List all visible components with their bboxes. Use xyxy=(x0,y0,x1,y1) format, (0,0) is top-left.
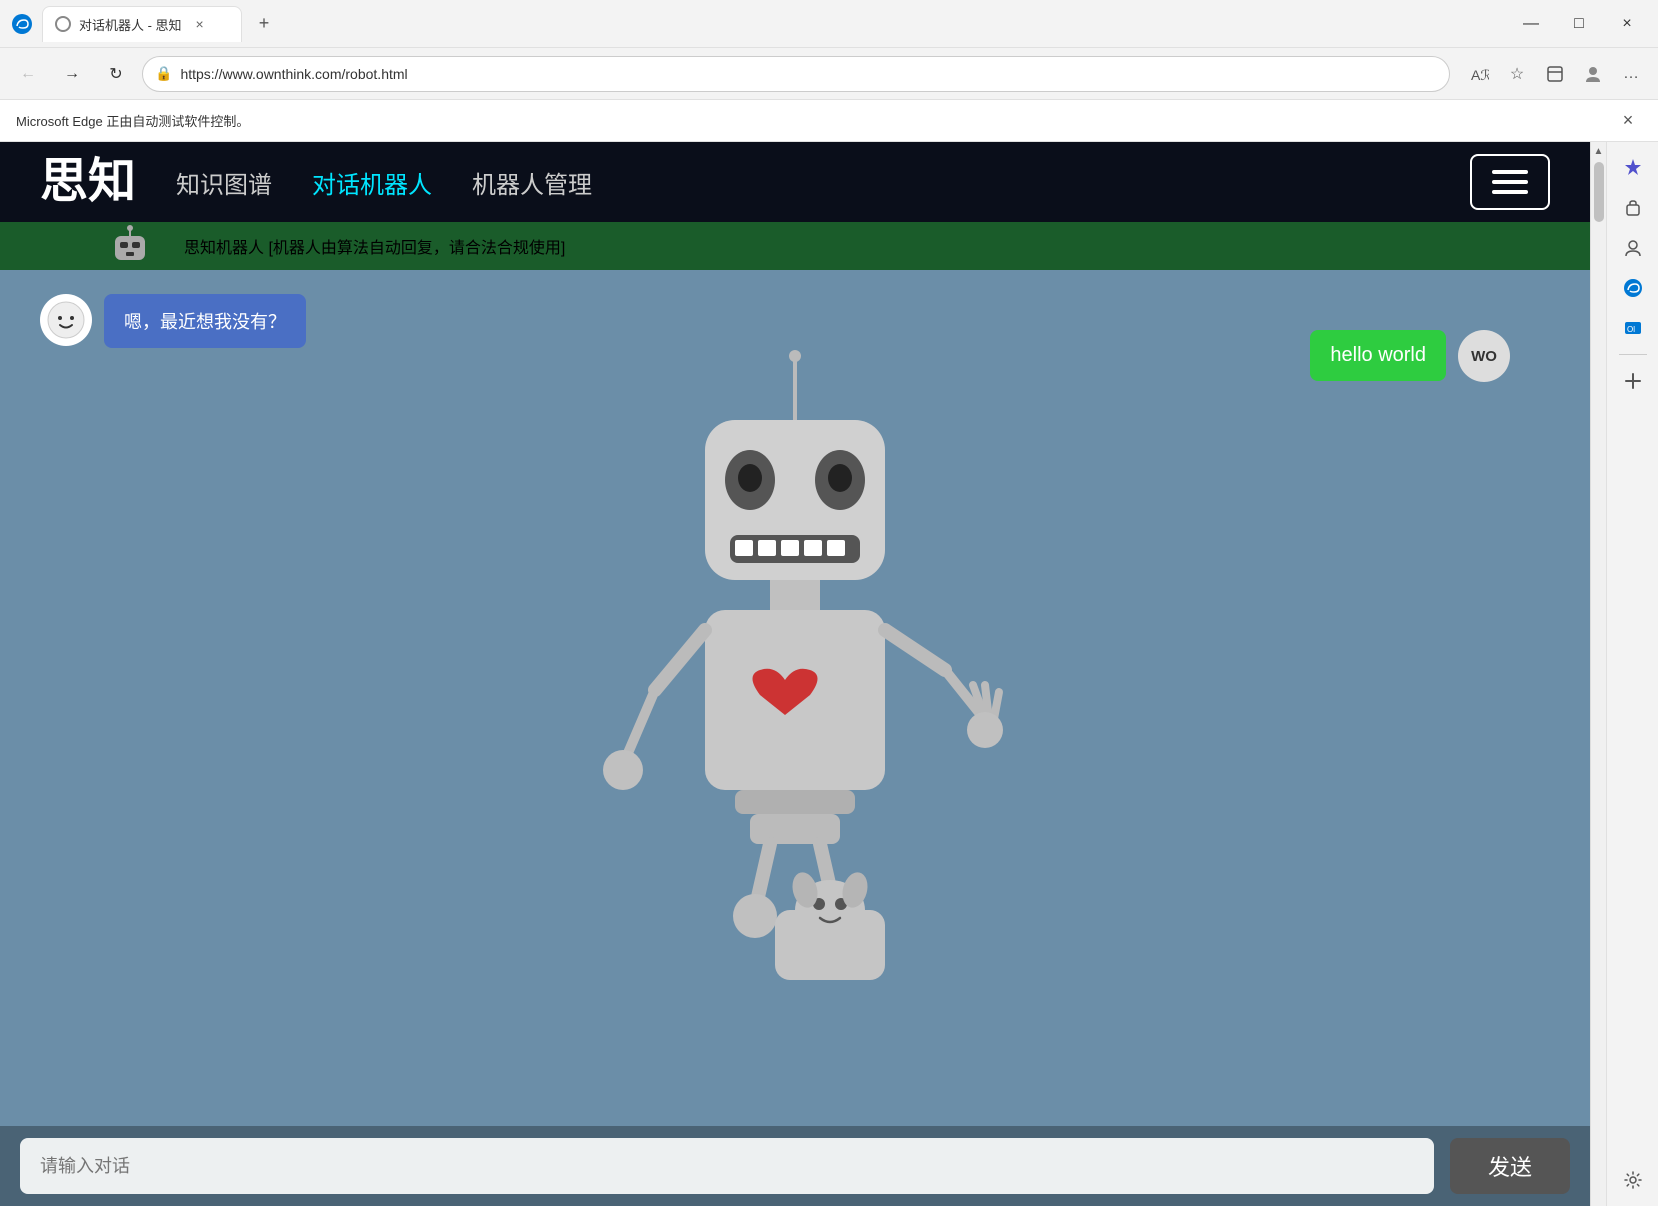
active-tab[interactable]: 对话机器人 - 思知 × xyxy=(42,6,242,42)
collections-button[interactable] xyxy=(1538,57,1572,91)
user-message-text: hello world xyxy=(1330,344,1426,366)
automation-text: Microsoft Edge 正由自动测试软件控制。 xyxy=(16,111,249,130)
right-sidebar: Ol xyxy=(1606,142,1658,1206)
robot-illustration xyxy=(545,330,1045,1010)
address-bar[interactable]: 🔒 https://www.ownthink.com/robot.html xyxy=(142,56,1450,92)
tab-favicon xyxy=(55,16,71,32)
site-header: 思知 知识图谱 对话机器人 机器人管理 xyxy=(0,142,1590,222)
account-button[interactable] xyxy=(1615,230,1651,266)
tab-title: 对话机器人 - 思知 xyxy=(79,15,182,34)
svg-text:Aℛ: Aℛ xyxy=(1471,67,1489,83)
settings-button[interactable]: … xyxy=(1614,57,1648,91)
svg-text:Ol: Ol xyxy=(1627,325,1635,334)
chat-input[interactable] xyxy=(20,1138,1434,1194)
robot-small-icon xyxy=(100,216,160,276)
title-bar: 对话机器人 - 思知 × + — □ × xyxy=(0,0,1658,48)
site-logo: 思知 xyxy=(40,158,136,206)
scroll-thumb[interactable] xyxy=(1594,162,1604,222)
nav-item-chatbot[interactable]: 对话机器人 xyxy=(312,165,432,200)
send-button[interactable]: 发送 xyxy=(1450,1138,1570,1194)
robot-image xyxy=(565,340,1025,1000)
nav-bar: ← → ↻ 🔒 https://www.ownthink.com/robot.h… xyxy=(0,48,1658,100)
back-button[interactable]: ← xyxy=(10,56,46,92)
hamburger-icon xyxy=(1492,170,1528,194)
user-avatar: WO xyxy=(1458,330,1510,382)
automation-close-button[interactable]: × xyxy=(1614,107,1642,135)
sidebar-divider xyxy=(1619,354,1647,355)
user-message: hello world WO xyxy=(1310,330,1510,382)
menu-button[interactable] xyxy=(1470,154,1550,210)
chat-input-area: 发送 xyxy=(0,1126,1590,1206)
send-button-label: 发送 xyxy=(1488,1155,1532,1180)
edge-button[interactable] xyxy=(1615,270,1651,306)
browser-body: 思知 知识图谱 对话机器人 机器人管理 xyxy=(0,142,1658,1206)
lock-icon: 🔒 xyxy=(155,65,172,82)
nav-tools: Aℛ ☆ … xyxy=(1462,57,1648,91)
user-avatar-text: WO xyxy=(1471,348,1497,365)
address-text: https://www.ownthink.com/robot.html xyxy=(180,66,1437,82)
profile-button[interactable] xyxy=(1576,57,1610,91)
bot-avatar xyxy=(40,294,92,346)
close-button[interactable]: × xyxy=(1604,8,1650,40)
maximize-button[interactable]: □ xyxy=(1556,8,1602,40)
title-bar-left: 对话机器人 - 思知 × + xyxy=(8,6,280,42)
automation-bar: Microsoft Edge 正由自动测试软件控制。 × xyxy=(0,100,1658,142)
extensions-button[interactable] xyxy=(1615,190,1651,226)
page-content: 思知 知识图谱 对话机器人 机器人管理 xyxy=(0,142,1590,1206)
refresh-button[interactable]: ↻ xyxy=(98,56,134,92)
forward-button[interactable]: → xyxy=(54,56,90,92)
nav-item-knowledge[interactable]: 知识图谱 xyxy=(176,165,272,200)
outlook-button[interactable]: Ol xyxy=(1615,310,1651,346)
scrollbar: ▲ xyxy=(1590,142,1606,1206)
scroll-up-button[interactable]: ▲ xyxy=(1592,144,1606,158)
window-icon xyxy=(8,10,36,38)
sub-header: 思知机器人 [机器人由算法自动回复，请合法合规使用] xyxy=(0,222,1590,270)
read-aloud-button[interactable]: Aℛ xyxy=(1462,57,1496,91)
nav-item-management[interactable]: 机器人管理 xyxy=(472,165,592,200)
browser-window: 对话机器人 - 思知 × + — □ × ← → ↻ 🔒 https://www… xyxy=(0,0,1658,1206)
favorites-star-button[interactable]: ☆ xyxy=(1500,57,1534,91)
site-nav: 知识图谱 对话机器人 机器人管理 xyxy=(176,165,592,200)
bot-bubble: 嗯，最近想我没有？ xyxy=(104,294,306,348)
tab-close-button[interactable]: × xyxy=(190,14,210,34)
add-button[interactable] xyxy=(1615,363,1651,399)
minimize-button[interactable]: — xyxy=(1508,8,1554,40)
bot-message-text: 嗯，最近想我没有？ xyxy=(124,312,286,332)
sidebar-settings-button[interactable] xyxy=(1615,1162,1651,1198)
chat-area: 嗯，最近想我没有？ hello world WO xyxy=(0,270,1590,1206)
new-tab-button[interactable]: + xyxy=(248,8,280,40)
sub-header-text: 思知机器人 [机器人由算法自动回复，请合法合规使用] xyxy=(184,234,565,258)
copilot-button[interactable] xyxy=(1615,150,1651,186)
window-controls: — □ × xyxy=(1508,8,1650,40)
user-bubble: hello world xyxy=(1310,330,1446,381)
